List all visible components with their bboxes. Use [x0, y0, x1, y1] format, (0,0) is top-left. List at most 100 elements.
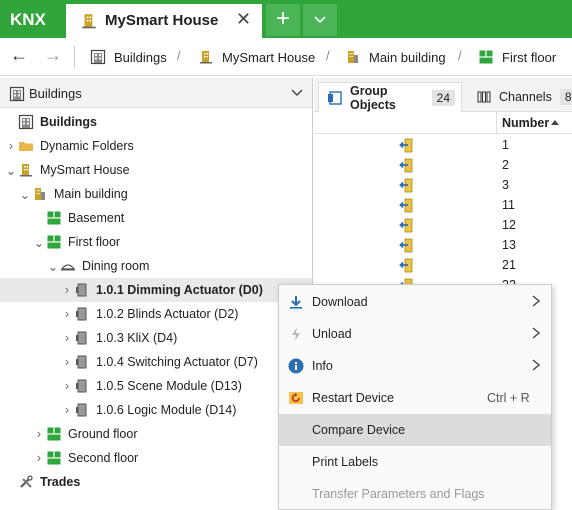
group-object-icon: [398, 158, 414, 174]
tree-item-label: 1.0.1 Dimming Actuator (D0): [96, 283, 263, 297]
column-divider: [496, 112, 497, 134]
tree-item[interactable]: ⌄ MySmart House: [0, 158, 312, 182]
new-tab-button[interactable]: +: [266, 4, 300, 36]
expand-chevron-icon[interactable]: ›: [60, 307, 74, 321]
floor-icon: [46, 450, 62, 466]
tree-item[interactable]: Buildings: [0, 110, 312, 134]
tree-item[interactable]: › 1.0.4 Switching Actuator (D7): [0, 350, 312, 374]
tree-item-label: Main building: [54, 187, 128, 201]
channels-icon: [477, 91, 491, 103]
group-object-icon: [398, 218, 414, 234]
tree-item[interactable]: › Dynamic Folders: [0, 134, 312, 158]
house-icon: [18, 162, 34, 178]
tree-item-label: Second floor: [68, 451, 139, 465]
expand-chevron-icon[interactable]: ›: [60, 379, 74, 393]
breadcrumb-mysmart-house[interactable]: MySmart House: [198, 48, 315, 66]
menu-item-label: Print Labels: [312, 455, 379, 469]
tree-item[interactable]: Basement: [0, 206, 312, 230]
menu-item-info[interactable]: Info: [279, 350, 551, 382]
buildings-icon: [18, 114, 34, 130]
menu-item-unload[interactable]: Unload: [279, 318, 551, 350]
table-row[interactable]: 2: [314, 155, 572, 175]
breadcrumb-buildings[interactable]: Buildings: [90, 48, 167, 66]
menu-item-label: Info: [312, 359, 333, 373]
breadcrumb-main-building[interactable]: Main building: [345, 48, 446, 66]
breadcrumb-label: MySmart House: [222, 49, 316, 65]
tab-list-button[interactable]: [303, 4, 337, 36]
floor-icon: [478, 49, 494, 65]
expand-chevron-icon[interactable]: ›: [60, 355, 74, 369]
tab-mysmart-house[interactable]: MySmart House ✕: [66, 4, 262, 38]
house-icon: [198, 49, 214, 65]
expand-chevron-icon[interactable]: ›: [4, 139, 18, 153]
chevron-down-icon[interactable]: [290, 85, 304, 99]
table-row[interactable]: 11: [314, 195, 572, 215]
menu-item-label: Unload: [312, 327, 352, 341]
menu-item-restart-device[interactable]: Restart Device Ctrl + R: [279, 382, 551, 414]
breadcrumb-first-floor[interactable]: First floor: [478, 48, 556, 66]
tree-item[interactable]: ⌄ Dining room: [0, 254, 312, 278]
expand-chevron-icon[interactable]: ›: [60, 331, 74, 345]
tab-group-objects[interactable]: Group Objects 24: [318, 82, 462, 112]
tree-item-label: Buildings: [40, 115, 97, 129]
restart-icon: [288, 390, 304, 406]
tab-title: MySmart House: [105, 12, 219, 29]
divider: [74, 46, 75, 68]
menu-item-print-labels[interactable]: Print Labels: [279, 446, 551, 478]
back-button[interactable]: ←: [10, 45, 28, 66]
object-number: 13: [502, 238, 516, 252]
tree-item-label: 1.0.6 Logic Module (D14): [96, 403, 237, 417]
tree-item[interactable]: › 1.0.3 KliX (D4): [0, 326, 312, 350]
tree-item-label: Trades: [40, 475, 81, 489]
tree-item-label: Dining room: [82, 259, 150, 273]
group-object-icon: [398, 178, 414, 194]
sort-ascending-icon: [551, 120, 559, 125]
column-header-label: Number: [502, 116, 550, 130]
collapse-chevron-icon[interactable]: ⌄: [4, 163, 18, 178]
menu-item-transfer-parameters-and-flags: Transfer Parameters and Flags: [279, 478, 551, 510]
tree-item[interactable]: › 1.0.1 Dimming Actuator (D0): [0, 278, 312, 302]
tree-item[interactable]: ⌄ First floor: [0, 230, 312, 254]
device-icon: [74, 330, 90, 346]
forward-button[interactable]: →: [44, 45, 62, 66]
expand-chevron-icon[interactable]: ›: [60, 283, 74, 297]
breadcrumb-label: Main building: [369, 49, 446, 65]
tree-item[interactable]: › Ground floor: [0, 422, 312, 446]
panel-selector[interactable]: Buildings: [0, 78, 312, 108]
column-header-number[interactable]: Number: [314, 112, 572, 134]
table-row[interactable]: 13: [314, 235, 572, 255]
collapse-chevron-icon[interactable]: ⌄: [32, 235, 46, 250]
expand-chevron-icon[interactable]: ›: [32, 451, 46, 465]
table-row[interactable]: 3: [314, 175, 572, 195]
close-tab-button[interactable]: ✕: [236, 9, 251, 30]
buildings-icon: [9, 86, 25, 102]
tree-item[interactable]: ⌄ Main building: [0, 182, 312, 206]
table-row[interactable]: 21: [314, 255, 572, 275]
tree-item[interactable]: › 1.0.5 Scene Module (D13): [0, 374, 312, 398]
tree-item[interactable]: Trades: [0, 470, 312, 494]
tree-item[interactable]: › 1.0.2 Blinds Actuator (D2): [0, 302, 312, 326]
floor-icon: [46, 234, 62, 250]
table-row[interactable]: 12: [314, 215, 572, 235]
buildings-icon: [90, 49, 106, 65]
menu-item-label: Restart Device: [312, 391, 394, 405]
submenu-arrow-icon: [532, 359, 541, 371]
expand-chevron-icon[interactable]: ›: [60, 403, 74, 417]
expand-chevron-icon[interactable]: ›: [32, 427, 46, 441]
tree-item-label: Basement: [68, 211, 125, 225]
tree-item[interactable]: › Second floor: [0, 446, 312, 470]
table-row[interactable]: 1: [314, 135, 572, 155]
device-icon: [74, 378, 90, 394]
title-bar: KNX MySmart House ✕ +: [0, 0, 572, 38]
breadcrumb-label: Buildings: [114, 49, 167, 65]
tab-channels[interactable]: Channels 8: [476, 82, 572, 112]
device-icon: [74, 282, 90, 298]
house-icon: [80, 12, 98, 30]
menu-item-compare-device[interactable]: Compare Device: [279, 414, 551, 446]
tree-item[interactable]: › 1.0.6 Logic Module (D14): [0, 398, 312, 422]
object-number: 21: [502, 258, 516, 272]
collapse-chevron-icon[interactable]: ⌄: [18, 187, 32, 202]
collapse-chevron-icon[interactable]: ⌄: [46, 259, 60, 274]
menu-item-download[interactable]: Download: [279, 286, 551, 318]
device-icon: [74, 402, 90, 418]
